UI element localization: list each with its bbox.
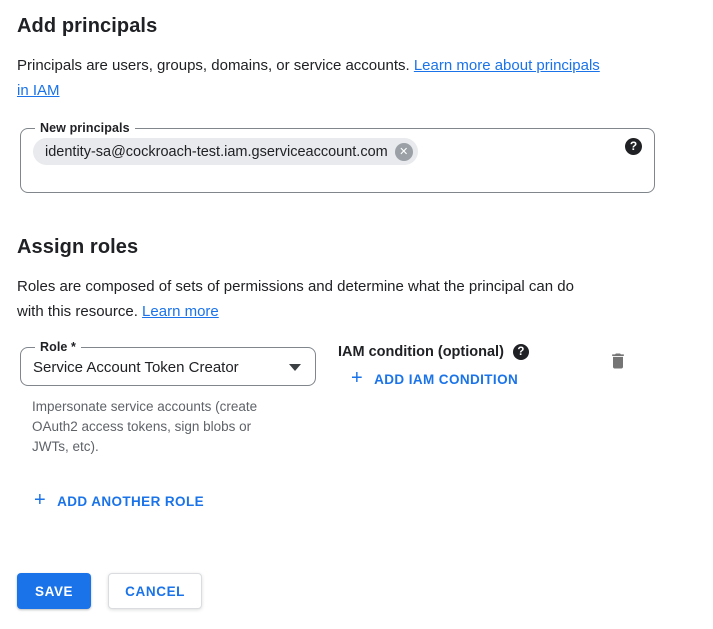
principal-chip: identity-sa@cockroach-test.iam.gservicea…: [33, 138, 418, 165]
iam-condition-label-row: IAM condition (optional) ?: [338, 344, 529, 360]
chip-remove-icon[interactable]: ✕: [395, 143, 413, 161]
learn-more-principals-link-continued[interactable]: in IAM: [17, 82, 60, 99]
cancel-button[interactable]: CANCEL: [108, 573, 202, 609]
iam-condition-label: IAM condition (optional): [338, 344, 504, 360]
role-helper-text: Impersonate service accounts (create OAut…: [32, 397, 302, 457]
trash-icon: [608, 350, 628, 372]
role-assignment-row: Role * Service Account Token Creator Imp…: [17, 340, 696, 512]
dropdown-arrow-icon[interactable]: [289, 364, 301, 371]
delete-role-button[interactable]: [608, 350, 628, 372]
principals-description-text: Principals are users, groups, domains, o…: [17, 57, 414, 74]
new-principals-field[interactable]: New principals identity-sa@cockroach-tes…: [20, 121, 655, 193]
role-helper-line2: OAuth2 access tokens, sign blobs or: [32, 419, 251, 434]
learn-more-roles-link[interactable]: Learn more: [142, 303, 219, 320]
dialog-actions: SAVE CANCEL: [17, 573, 696, 609]
add-iam-condition-label: ADD IAM CONDITION: [374, 372, 518, 387]
delete-role-column: [608, 340, 628, 377]
add-another-role-label: ADD ANOTHER ROLE: [57, 494, 204, 509]
assign-roles-description: Roles are composed of sets of permission…: [17, 274, 696, 324]
learn-more-principals-link[interactable]: Learn more about principals: [414, 57, 600, 74]
add-another-role-button[interactable]: + ADD ANOTHER ROLE: [34, 493, 204, 509]
iam-condition-column: IAM condition (optional) ? + ADD IAM CON…: [338, 340, 529, 390]
new-principals-help-icon[interactable]: ?: [625, 138, 642, 155]
role-helper-line3: JWTs, etc).: [32, 439, 99, 454]
assign-roles-title: Assign roles: [17, 235, 696, 259]
assign-roles-description-line2: with this resource.: [17, 303, 142, 320]
principal-chip-text: identity-sa@cockroach-test.iam.gservicea…: [45, 144, 388, 160]
add-principals-panel: Add principals Principals are users, gro…: [0, 0, 713, 629]
role-column: Role * Service Account Token Creator Imp…: [20, 340, 316, 512]
add-iam-condition-button[interactable]: + ADD IAM CONDITION: [351, 371, 518, 387]
role-select[interactable]: Role * Service Account Token Creator: [20, 340, 316, 386]
page-title: Add principals: [17, 14, 696, 38]
role-select-value-row[interactable]: Service Account Token Creator: [33, 355, 303, 379]
assign-roles-description-line1: Roles are composed of sets of permission…: [17, 278, 574, 295]
principals-description: Principals are users, groups, domains, o…: [17, 53, 696, 103]
new-principals-label: New principals: [35, 121, 135, 135]
role-select-label: Role *: [35, 340, 81, 354]
iam-condition-help-icon[interactable]: ?: [513, 344, 529, 360]
role-helper-line1: Impersonate service accounts (create: [32, 399, 257, 414]
new-principals-input-area[interactable]: identity-sa@cockroach-test.iam.gservicea…: [33, 138, 642, 165]
save-button[interactable]: SAVE: [17, 573, 91, 609]
plus-icon: +: [351, 370, 363, 386]
plus-icon: +: [34, 492, 46, 508]
role-select-value: Service Account Token Creator: [33, 359, 239, 376]
